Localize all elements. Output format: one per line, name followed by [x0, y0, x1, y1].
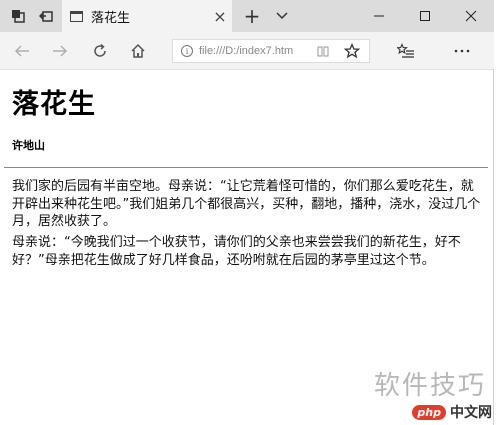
- forward-button[interactable]: [44, 32, 76, 70]
- paragraph-2: 母亲说：“今晚我们过一个收获节，请你们的父亲也来尝尝我们的新花生，好不好？”母亲…: [12, 235, 461, 268]
- navigation-bar: i: [0, 32, 494, 70]
- refresh-button[interactable]: [84, 32, 116, 70]
- set-tabs-aside-icon[interactable]: [32, 0, 60, 32]
- favorites-hub-icon[interactable]: [390, 32, 422, 70]
- chevron-down-icon[interactable]: [268, 0, 296, 32]
- page-title: 落花生: [12, 89, 96, 120]
- home-button[interactable]: [122, 32, 154, 70]
- title-bar: 落花生 × +: [0, 0, 494, 32]
- close-window-button[interactable]: [448, 0, 494, 32]
- page-content: 落花生 许地山: [12, 70, 484, 153]
- close-tab-icon[interactable]: ×: [208, 7, 232, 26]
- info-icon[interactable]: i: [181, 45, 193, 57]
- tab-current[interactable]: 落花生 ×: [62, 0, 232, 32]
- reading-view-icon[interactable]: [317, 45, 329, 57]
- minimize-button[interactable]: [356, 0, 402, 32]
- maximize-button[interactable]: [402, 0, 448, 32]
- watermark-text: 软件技巧: [373, 371, 486, 401]
- page-icon: [70, 10, 83, 22]
- back-button[interactable]: [6, 32, 38, 70]
- browser-window: 落花生 × + i file:///D:/index7.htm 落花生 许地山 …: [0, 0, 494, 425]
- more-options-icon[interactable]: [446, 32, 478, 70]
- php-logo-badge: php: [412, 404, 446, 420]
- tab-actions-icon[interactable]: [4, 0, 32, 32]
- paragraph-1: 我们家的后园有半亩空地。母亲说：“让它荒着怪可惜的，你们那么爱吃花生，就开辟出来…: [12, 179, 481, 229]
- new-tab-button[interactable]: +: [238, 0, 266, 32]
- author-name: 许地山: [12, 139, 45, 152]
- tab-title: 落花生: [91, 10, 131, 26]
- horizontal-rule: [4, 167, 488, 168]
- php-logo-text: 中文网: [450, 405, 492, 421]
- favorite-star-icon[interactable]: [336, 32, 368, 70]
- url-input[interactable]: [199, 45, 311, 57]
- watermark-logo: php 中文网: [412, 402, 492, 422]
